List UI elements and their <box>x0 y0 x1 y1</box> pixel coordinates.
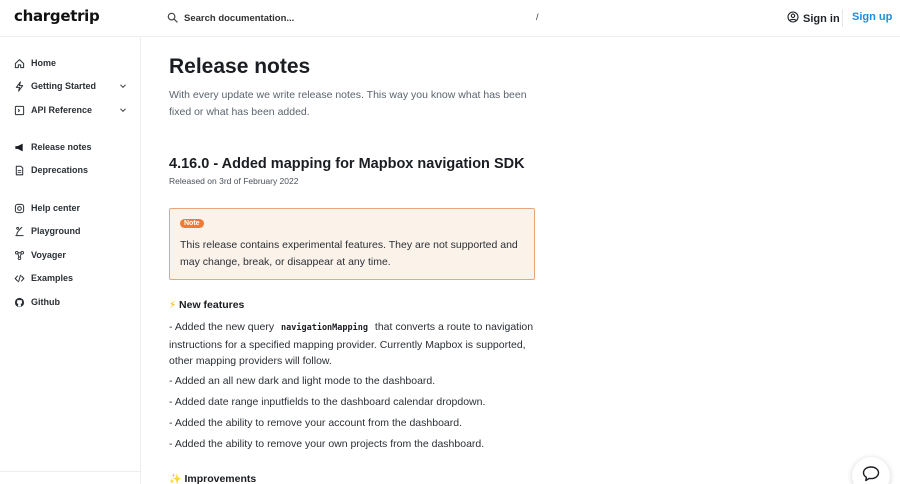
page-title: Release notes <box>169 55 311 78</box>
sidebar-item-label: Github <box>31 297 60 307</box>
chevron-down-icon[interactable] <box>119 82 127 90</box>
new-features-heading: ⚡ New features <box>169 299 244 311</box>
sidebar-item-api-reference[interactable]: API Reference <box>13 102 129 118</box>
feature-item: - Added the new query navigationMapping … <box>169 319 544 370</box>
sidebar-item-deprecations[interactable]: Deprecations <box>13 162 129 178</box>
sidebar-item-label: Release notes <box>31 142 92 152</box>
sidebar-item-voyager[interactable]: Voyager <box>13 247 129 263</box>
header-divider <box>842 9 843 27</box>
feature-item: - Added an all new dark and light mode t… <box>169 375 436 387</box>
feature-item: - Added the ability to remove your own p… <box>169 438 485 450</box>
sidebar-item-help-center[interactable]: Help center <box>13 200 129 216</box>
note-badge: Note <box>180 219 204 228</box>
lightning-icon: ⚡ <box>169 299 177 311</box>
sidebar-item-label: Examples <box>31 273 74 283</box>
sidebar-item-playground[interactable]: Playground <box>13 223 129 239</box>
search-icon <box>167 10 178 28</box>
note-text: This release contains experimental featu… <box>180 239 518 268</box>
chat-bubble-icon <box>862 465 880 484</box>
lifebuoy-icon <box>13 202 25 214</box>
lightning-icon <box>13 80 25 92</box>
sign-up-button[interactable]: Sign up <box>852 11 892 23</box>
feature-text: - Added the new query <box>169 321 275 333</box>
query-code: navigationMapping <box>281 323 368 333</box>
feature-item: - Added the ability to remove your accou… <box>169 417 463 429</box>
megaphone-icon <box>13 141 25 153</box>
sidebar-item-github[interactable]: Github <box>13 294 129 310</box>
user-circle-icon <box>787 11 803 26</box>
sign-in-label: Sign in <box>803 12 840 25</box>
search-shortcut-hint: / <box>536 12 539 22</box>
sidebar-item-label: Deprecations <box>31 165 89 175</box>
sidebar-item-release-notes[interactable]: Release notes <box>13 139 129 155</box>
sidebar-item-label: Home <box>31 58 57 68</box>
home-icon <box>13 57 25 69</box>
sidebar-item-label: Getting Started <box>31 81 97 91</box>
document-icon <box>13 164 25 176</box>
sidebar-item-label: Playground <box>31 226 81 236</box>
slide-icon <box>13 225 25 237</box>
new-features-title: New features <box>179 299 245 311</box>
logo[interactable]: chargetrip <box>14 7 100 25</box>
improvements-heading: ✨ Improvements <box>169 473 256 484</box>
search-bar[interactable] <box>167 10 384 27</box>
sign-in-button[interactable]: Sign in <box>787 11 840 26</box>
intro-text: With every update we write release notes… <box>169 89 527 118</box>
chevron-down-icon[interactable] <box>119 106 127 114</box>
sidebar-footer <box>0 471 141 484</box>
release-title: 4.16.0 - Added mapping for Mapbox naviga… <box>169 156 525 172</box>
search-input[interactable] <box>184 13 384 24</box>
sidebar-item-home[interactable]: Home <box>13 55 129 71</box>
sidebar-item-label: Help center <box>31 203 81 213</box>
improvements-title: Improvements <box>184 473 257 484</box>
code-brackets-icon <box>13 272 25 284</box>
sidebar-item-label: Voyager <box>31 250 66 260</box>
sidebar-item-getting-started[interactable]: Getting Started <box>13 78 129 94</box>
sidebar-item-label: API Reference <box>31 105 93 115</box>
feature-item: - Added date range inputfields to the da… <box>169 396 486 408</box>
top-header: chargetrip / Sign in Sign up <box>0 0 900 37</box>
sidebar-item-examples[interactable]: Examples <box>13 270 129 286</box>
sparkles-icon: ✨ <box>169 473 182 484</box>
sidebar: Home Getting Started API Reference Relea… <box>0 37 141 484</box>
network-icon <box>13 249 25 261</box>
chat-button[interactable] <box>852 457 890 484</box>
github-icon <box>13 296 25 308</box>
code-file-icon <box>13 104 25 116</box>
release-date: Released on 3rd of February 2022 <box>169 176 299 186</box>
note-callout: Note This release contains experimental … <box>169 208 535 280</box>
